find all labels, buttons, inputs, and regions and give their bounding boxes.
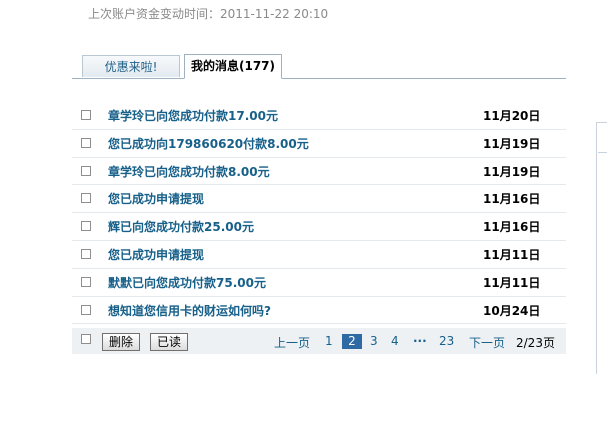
side-panel-divider (598, 152, 607, 153)
prev-page-link[interactable]: 上一页 (274, 334, 310, 351)
list-footer-toolbar: 删除 已读 上一页 1 2 3 4 ··· 23 下一页 2/23页 (72, 328, 566, 354)
message-title-link[interactable]: 您已成功向179860620付款8.00元 (108, 135, 309, 152)
last-change-info: 上次账户资金变动时间：2011-11-22 20:10 (88, 5, 328, 22)
last-change-label: 上次账户资金变动时间： (88, 7, 221, 21)
message-date: 11月16日 (483, 220, 541, 235)
message-checkbox[interactable] (81, 110, 91, 120)
message-checkbox[interactable] (81, 221, 91, 232)
message-checkbox[interactable] (81, 248, 91, 259)
mark-read-button[interactable]: 已读 (150, 333, 188, 351)
message-title-link[interactable]: 默默已向您成功付款75.00元 (108, 274, 266, 291)
tab-my-messages[interactable]: 我的消息(177) (184, 54, 282, 79)
message-row: 您已成功申请提现 11月16日 (72, 185, 566, 214)
pagination-ellipsis: ··· (413, 334, 427, 348)
current-page[interactable]: 2 (342, 334, 362, 349)
message-row: 想知道您信用卡的财运如何吗? 10月24日 (72, 297, 566, 325)
message-date: 11月20日 (483, 109, 541, 123)
message-list: 章学玲已向您成功付款17.00元 11月20日 您已成功向179860620付款… (72, 102, 566, 325)
message-date: 11月19日 (483, 164, 541, 179)
page-link-4[interactable]: 4 (391, 334, 399, 348)
select-all-checkbox[interactable] (81, 334, 91, 344)
tab-promotions[interactable]: 优惠来啦! (82, 55, 180, 77)
message-row: 章学玲已向您成功付款8.00元 11月19日 (72, 158, 566, 186)
message-title-link[interactable]: 章学玲已向您成功付款8.00元 (108, 163, 270, 180)
message-title-link[interactable]: 想知道您信用卡的财运如何吗? (108, 302, 271, 319)
message-date: 11月11日 (483, 247, 541, 262)
page-link-1[interactable]: 1 (325, 334, 333, 348)
message-title-link[interactable]: 您已成功申请提现 (108, 246, 204, 263)
message-row: 辉已向您成功付款25.00元 11月16日 (72, 213, 566, 241)
message-date: 11月16日 (483, 192, 541, 207)
message-date: 11月19日 (483, 136, 541, 151)
page-count: 2/23页 (516, 336, 555, 350)
message-checkbox[interactable] (81, 165, 91, 176)
delete-button[interactable]: 删除 (102, 333, 140, 351)
message-title-link[interactable]: 辉已向您成功付款25.00元 (108, 218, 254, 235)
message-date: 10月24日 (483, 303, 541, 318)
side-panel-edge (596, 122, 607, 374)
message-title-link[interactable]: 您已成功申请提现 (108, 190, 204, 207)
last-change-time: 2011-11-22 20:10 (220, 7, 329, 21)
tab-divider (72, 78, 566, 79)
message-row: 您已成功申请提现 11月11日 (72, 241, 566, 269)
message-row: 您已成功向179860620付款8.00元 11月19日 (72, 130, 566, 158)
message-checkbox[interactable] (81, 276, 91, 287)
message-checkbox[interactable] (81, 137, 91, 148)
message-date: 11月11日 (483, 275, 541, 290)
message-checkbox[interactable] (81, 304, 91, 315)
page-link-23[interactable]: 23 (439, 334, 454, 348)
message-checkbox[interactable] (81, 193, 91, 204)
next-page-link[interactable]: 下一页 (469, 334, 505, 351)
message-row: 章学玲已向您成功付款17.00元 11月20日 (72, 102, 566, 130)
page-link-3[interactable]: 3 (370, 334, 378, 348)
message-row: 默默已向您成功付款75.00元 11月11日 (72, 269, 566, 297)
message-title-link[interactable]: 章学玲已向您成功付款17.00元 (108, 107, 278, 124)
